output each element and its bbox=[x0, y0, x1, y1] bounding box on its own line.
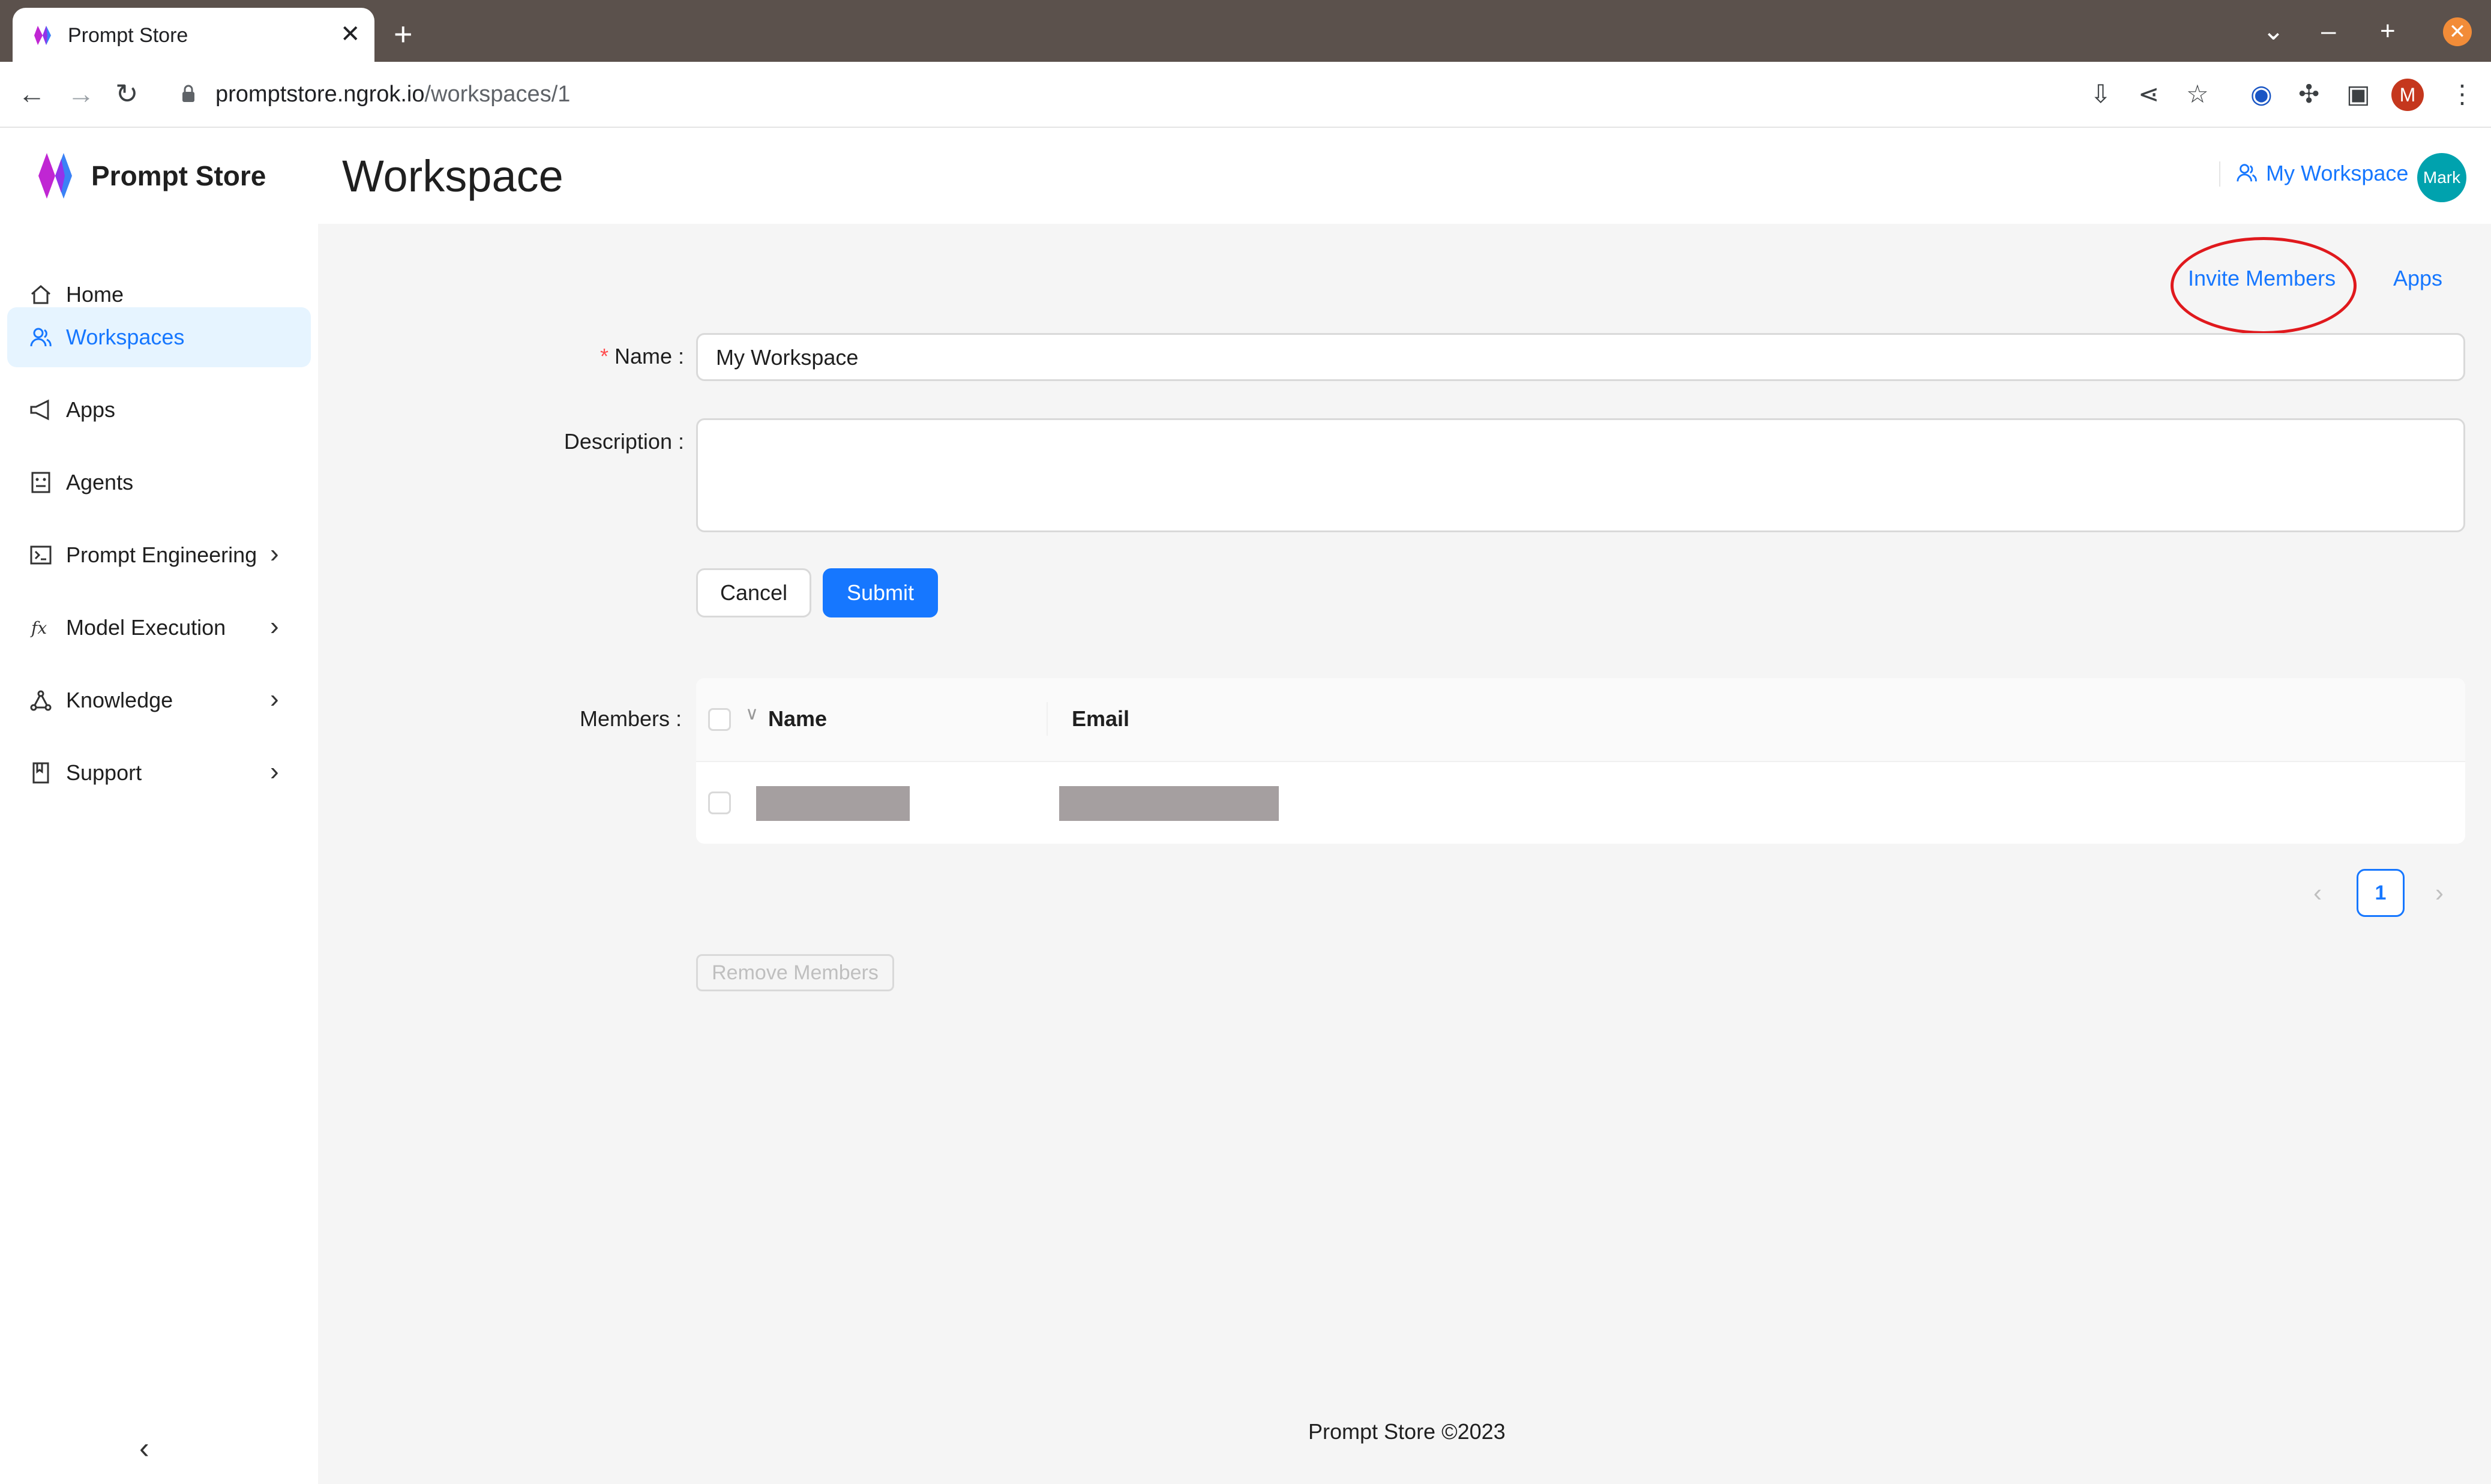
table-header: ∨ Name Email bbox=[696, 678, 2465, 762]
profile-avatar[interactable]: M bbox=[2391, 79, 2424, 111]
new-tab-icon[interactable]: + bbox=[394, 18, 413, 50]
members-label: Members : bbox=[579, 706, 682, 731]
password-manager-icon[interactable]: ◉ bbox=[2250, 80, 2273, 109]
prompt-store-favicon-icon bbox=[34, 26, 51, 45]
apps-link[interactable]: Apps bbox=[2393, 265, 2442, 292]
browser-toolbar: ← → ↻ promptstore.ngrok.io/workspaces/1 … bbox=[0, 62, 2491, 128]
team-icon bbox=[2237, 164, 2257, 182]
book-icon bbox=[32, 762, 49, 784]
chevron-right-icon: › bbox=[270, 684, 279, 713]
members-table: ∨ Name Email bbox=[696, 678, 2465, 844]
column-divider bbox=[1047, 702, 1048, 736]
sidebar-item-apps[interactable]: Apps bbox=[7, 380, 311, 440]
bookmark-star-icon[interactable]: ☆ bbox=[2186, 80, 2209, 109]
install-app-icon[interactable]: ⇩ bbox=[2090, 80, 2111, 109]
megaphone-icon bbox=[30, 399, 49, 421]
minimize-icon[interactable]: – bbox=[2321, 18, 2336, 44]
window-close-icon[interactable]: ✕ bbox=[2443, 17, 2472, 46]
table-row bbox=[696, 762, 2465, 844]
maximize-icon[interactable]: + bbox=[2380, 18, 2396, 44]
tab-title: Prompt Store bbox=[68, 24, 188, 47]
select-all-checkbox[interactable] bbox=[708, 708, 731, 731]
next-page-icon[interactable]: › bbox=[2435, 879, 2444, 907]
current-workspace-link[interactable]: My Workspace bbox=[2266, 160, 2408, 187]
reload-icon[interactable]: ↻ bbox=[115, 79, 139, 109]
description-textarea[interactable] bbox=[696, 418, 2465, 532]
tab-close-icon[interactable]: ✕ bbox=[340, 22, 361, 46]
chevron-right-icon: › bbox=[270, 539, 279, 568]
tab-search-icon[interactable]: ⌄ bbox=[2262, 18, 2285, 44]
highlight-annotation bbox=[2171, 237, 2357, 334]
chevron-right-icon: › bbox=[270, 757, 279, 786]
user-avatar[interactable]: Mark bbox=[2417, 153, 2466, 202]
chevron-right-icon: › bbox=[270, 611, 279, 641]
network-icon bbox=[30, 690, 52, 711]
browser-menu-icon[interactable]: ⋮ bbox=[2450, 80, 2475, 109]
function-icon: fx bbox=[30, 618, 47, 638]
brand-name: Prompt Store bbox=[91, 160, 266, 191]
sidebar-item-agents[interactable]: Agents bbox=[7, 452, 311, 512]
page-header: Workspace My Workspace Mark bbox=[318, 128, 2491, 224]
header-divider bbox=[2219, 161, 2220, 187]
required-mark: * bbox=[599, 344, 608, 368]
submit-button[interactable]: Submit bbox=[823, 568, 938, 617]
selection-dropdown-icon[interactable]: ∨ bbox=[745, 701, 759, 727]
sidebar-item-knowledge[interactable]: Knowledge › bbox=[7, 670, 311, 730]
page-title: Workspace bbox=[342, 151, 563, 201]
extensions-puzzle-icon[interactable]: ✣ bbox=[2298, 80, 2319, 109]
sidebar-item-support[interactable]: Support › bbox=[7, 743, 311, 803]
sidebar-item-model-execution[interactable]: fx Model Execution › bbox=[7, 598, 311, 658]
name-label: * Name : bbox=[599, 344, 684, 368]
terminal-icon bbox=[30, 545, 52, 565]
back-icon[interactable]: ← bbox=[18, 79, 46, 109]
side-panel-icon[interactable]: ▣ bbox=[2346, 80, 2370, 109]
row-checkbox[interactable] bbox=[708, 792, 731, 814]
footer-text: Prompt Store ©2023 bbox=[1308, 1419, 1506, 1444]
team-icon bbox=[30, 328, 52, 347]
prev-page-icon[interactable]: ‹ bbox=[2313, 879, 2322, 907]
sidebar-item-prompt-engineering[interactable]: Prompt Engineering › bbox=[7, 525, 311, 585]
browser-tab[interactable]: Prompt Store ✕ bbox=[13, 8, 374, 62]
forward-icon[interactable]: → bbox=[67, 79, 95, 109]
browser-tabstrip: Prompt Store ✕ + ⌄ – + ✕ bbox=[0, 0, 2491, 62]
url-text: promptstore.ngrok.io/workspaces/1 bbox=[215, 82, 571, 107]
description-label: Description : bbox=[563, 429, 684, 454]
redacted-member-name bbox=[756, 786, 910, 821]
prompt-store-logo-icon bbox=[38, 153, 72, 199]
collapse-sidebar-icon[interactable]: ‹ bbox=[139, 1433, 149, 1463]
remove-members-button[interactable]: Remove Members bbox=[696, 954, 894, 991]
address-bar[interactable]: promptstore.ngrok.io/workspaces/1 ⇩ ⋖ ☆ bbox=[164, 70, 2228, 118]
redacted-member-email bbox=[1059, 786, 1279, 821]
cancel-button[interactable]: Cancel bbox=[696, 568, 811, 617]
page-number-button[interactable]: 1 bbox=[2357, 869, 2405, 917]
svg-text:fx: fx bbox=[30, 618, 47, 638]
robot-icon bbox=[31, 472, 50, 493]
name-input[interactable]: My Workspace bbox=[696, 333, 2465, 381]
share-icon[interactable]: ⋖ bbox=[2138, 80, 2159, 109]
sidebar-item-workspaces[interactable]: Workspaces bbox=[7, 307, 311, 367]
home-icon bbox=[31, 285, 50, 304]
sidebar: Prompt Store Home Workspaces Apps Agents… bbox=[0, 128, 318, 1484]
lock-icon bbox=[182, 85, 194, 102]
column-header-email[interactable]: Email bbox=[1072, 706, 1129, 732]
column-header-name[interactable]: Name bbox=[768, 706, 827, 732]
